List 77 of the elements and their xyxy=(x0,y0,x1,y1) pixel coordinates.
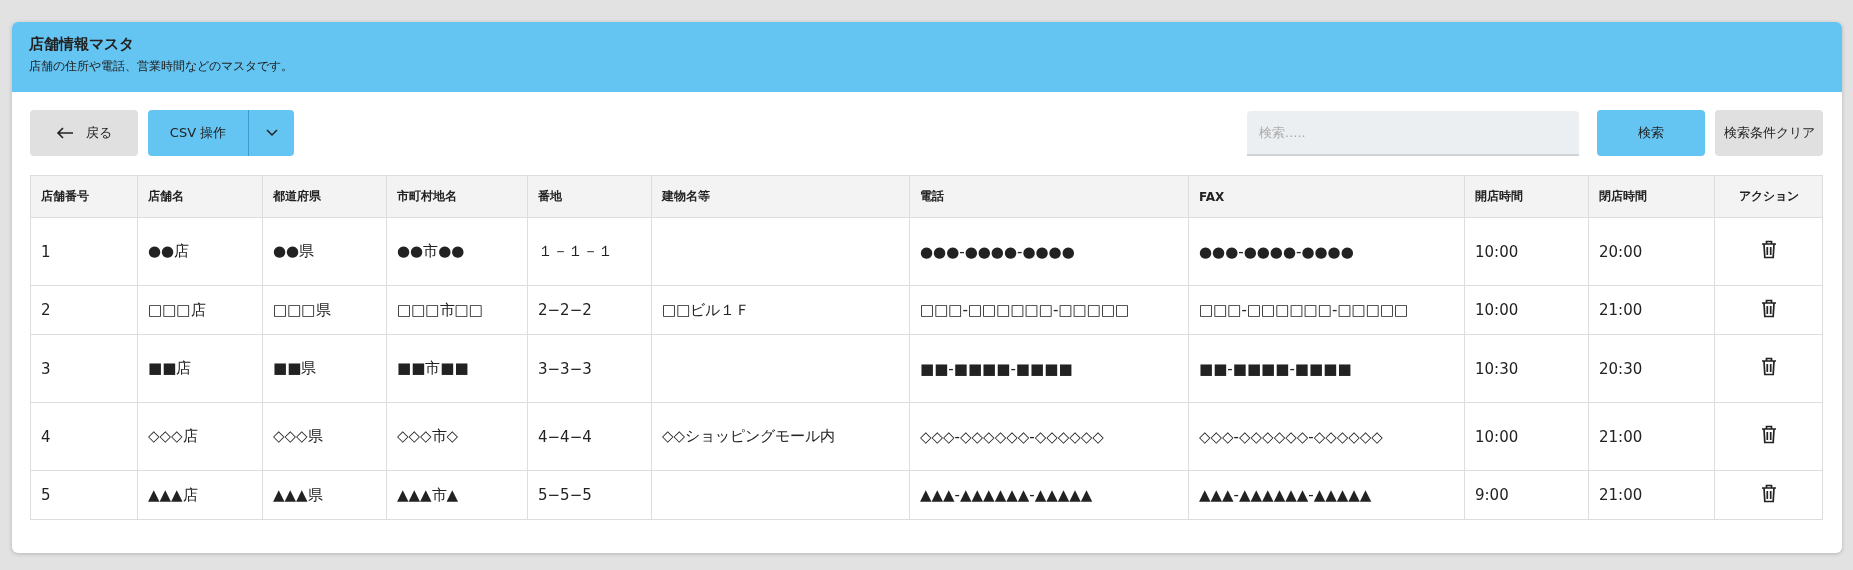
table-cell: ●●店 xyxy=(148,242,190,260)
trash-icon xyxy=(1760,298,1777,318)
table-cell: 10:00 xyxy=(1475,427,1519,446)
table-cell: ◇◇◇店 xyxy=(148,427,198,445)
table-cell: □□□市□□ xyxy=(397,300,483,319)
table-cell: １－１－１ xyxy=(538,242,613,260)
delete-button[interactable] xyxy=(1760,240,1777,259)
table-cell: 4−4−4 xyxy=(538,427,592,446)
table-cell: 2−2−2 xyxy=(538,301,592,319)
column-header: FAX xyxy=(1188,175,1465,218)
arrow-left-icon xyxy=(56,127,74,139)
table-cell: 9:00 xyxy=(1475,486,1509,504)
table-cell: ■■-■■■■-■■■■ xyxy=(920,359,1073,378)
table-cell: 21:00 xyxy=(1599,301,1643,319)
table-cell: 20:00 xyxy=(1599,242,1643,261)
table-cell: ●●●-●●●●-●●●● xyxy=(920,242,1075,261)
table-cell: ▲▲▲市▲ xyxy=(397,485,459,504)
search-button[interactable]: 検索 xyxy=(1597,110,1705,156)
column-header: 店舗名 xyxy=(137,175,263,218)
table-cell: ◇◇◇-◇◇◇◇◇◇-◇◇◇◇◇◇ xyxy=(1199,427,1383,446)
table-cell: 5 xyxy=(41,486,51,504)
table-cell: 21:00 xyxy=(1599,427,1643,446)
table-cell: ■■店 xyxy=(148,359,192,377)
table-cell: □□□-□□□□□□-□□□□□ xyxy=(1199,301,1409,319)
table-cell: ■■市■■ xyxy=(397,359,469,377)
column-header: 閉店時間 xyxy=(1588,175,1715,218)
table-cell: ▲▲▲県 xyxy=(273,485,323,504)
column-header: 電話 xyxy=(909,175,1189,218)
csv-button[interactable]: CSV 操作 xyxy=(148,110,249,156)
table-cell: ◇◇◇県 xyxy=(273,427,323,445)
table-cell: □□□県 xyxy=(273,300,331,319)
table-cell: ●●県 xyxy=(273,242,315,260)
caret-icon xyxy=(265,129,278,137)
search-field[interactable]: 検索..... xyxy=(1247,110,1579,156)
table-cell: 20:30 xyxy=(1599,359,1643,378)
clear-button[interactable]: 検索条件クリア xyxy=(1715,110,1823,156)
delete-button[interactable] xyxy=(1760,483,1777,503)
column-header: アクション xyxy=(1714,175,1823,218)
table-cell: 2 xyxy=(41,301,51,319)
table-cell: ●●●-●●●●-●●●● xyxy=(1199,242,1354,261)
page-subtitle: 店舗の住所や電話、営業時間などのマスタです。 xyxy=(29,58,294,75)
table-cell: □□□店 xyxy=(148,300,206,319)
delete-button[interactable] xyxy=(1760,298,1777,318)
table-cell: ▲▲▲店 xyxy=(148,485,198,504)
table-cell: 5−5−5 xyxy=(538,486,592,504)
table-cell: ◇◇◇市◇ xyxy=(397,427,459,445)
table-cell: ▲▲▲-▲▲▲▲▲▲-▲▲▲▲▲ xyxy=(1199,486,1372,504)
column-header: 番地 xyxy=(527,175,652,218)
back-button[interactable]: 戻る xyxy=(30,110,138,156)
table-cell: 10:00 xyxy=(1475,301,1519,319)
table-cell: 4 xyxy=(41,427,51,446)
table-cell: ■■県 xyxy=(273,359,317,377)
table-cell: 10:30 xyxy=(1475,359,1519,378)
trash-icon xyxy=(1760,425,1777,444)
table-cell: □□ビル１Ｆ xyxy=(662,300,751,319)
column-header: 開店時間 xyxy=(1464,175,1589,218)
trash-icon xyxy=(1760,357,1777,376)
trash-icon xyxy=(1760,483,1777,503)
trash-icon xyxy=(1760,240,1777,259)
table-cell: 1 xyxy=(41,242,51,261)
delete-button[interactable] xyxy=(1760,357,1777,376)
table-cell: ▲▲▲-▲▲▲▲▲▲-▲▲▲▲▲ xyxy=(920,486,1093,504)
delete-button[interactable] xyxy=(1760,425,1777,444)
table-cell: □□□-□□□□□□-□□□□□ xyxy=(920,301,1130,319)
page-title: 店舗情報マスタ xyxy=(29,35,135,54)
column-header: 都道府県 xyxy=(262,175,387,218)
table-cell: 21:00 xyxy=(1599,486,1643,504)
column-header: 建物名等 xyxy=(651,175,910,218)
table-cell: 3−3−3 xyxy=(538,359,592,378)
table-cell: ■■-■■■■-■■■■ xyxy=(1199,359,1352,378)
table-cell: ◇◇◇-◇◇◇◇◇◇-◇◇◇◇◇◇ xyxy=(920,427,1104,446)
table-cell: 3 xyxy=(41,359,51,378)
table-cell: ◇◇ショッピングモール内 xyxy=(662,427,836,445)
column-header: 市町村地名 xyxy=(386,175,528,218)
column-header: 店舗番号 xyxy=(30,175,138,218)
table-cell: 10:00 xyxy=(1475,242,1519,261)
table-cell: ●●市●● xyxy=(397,242,465,260)
